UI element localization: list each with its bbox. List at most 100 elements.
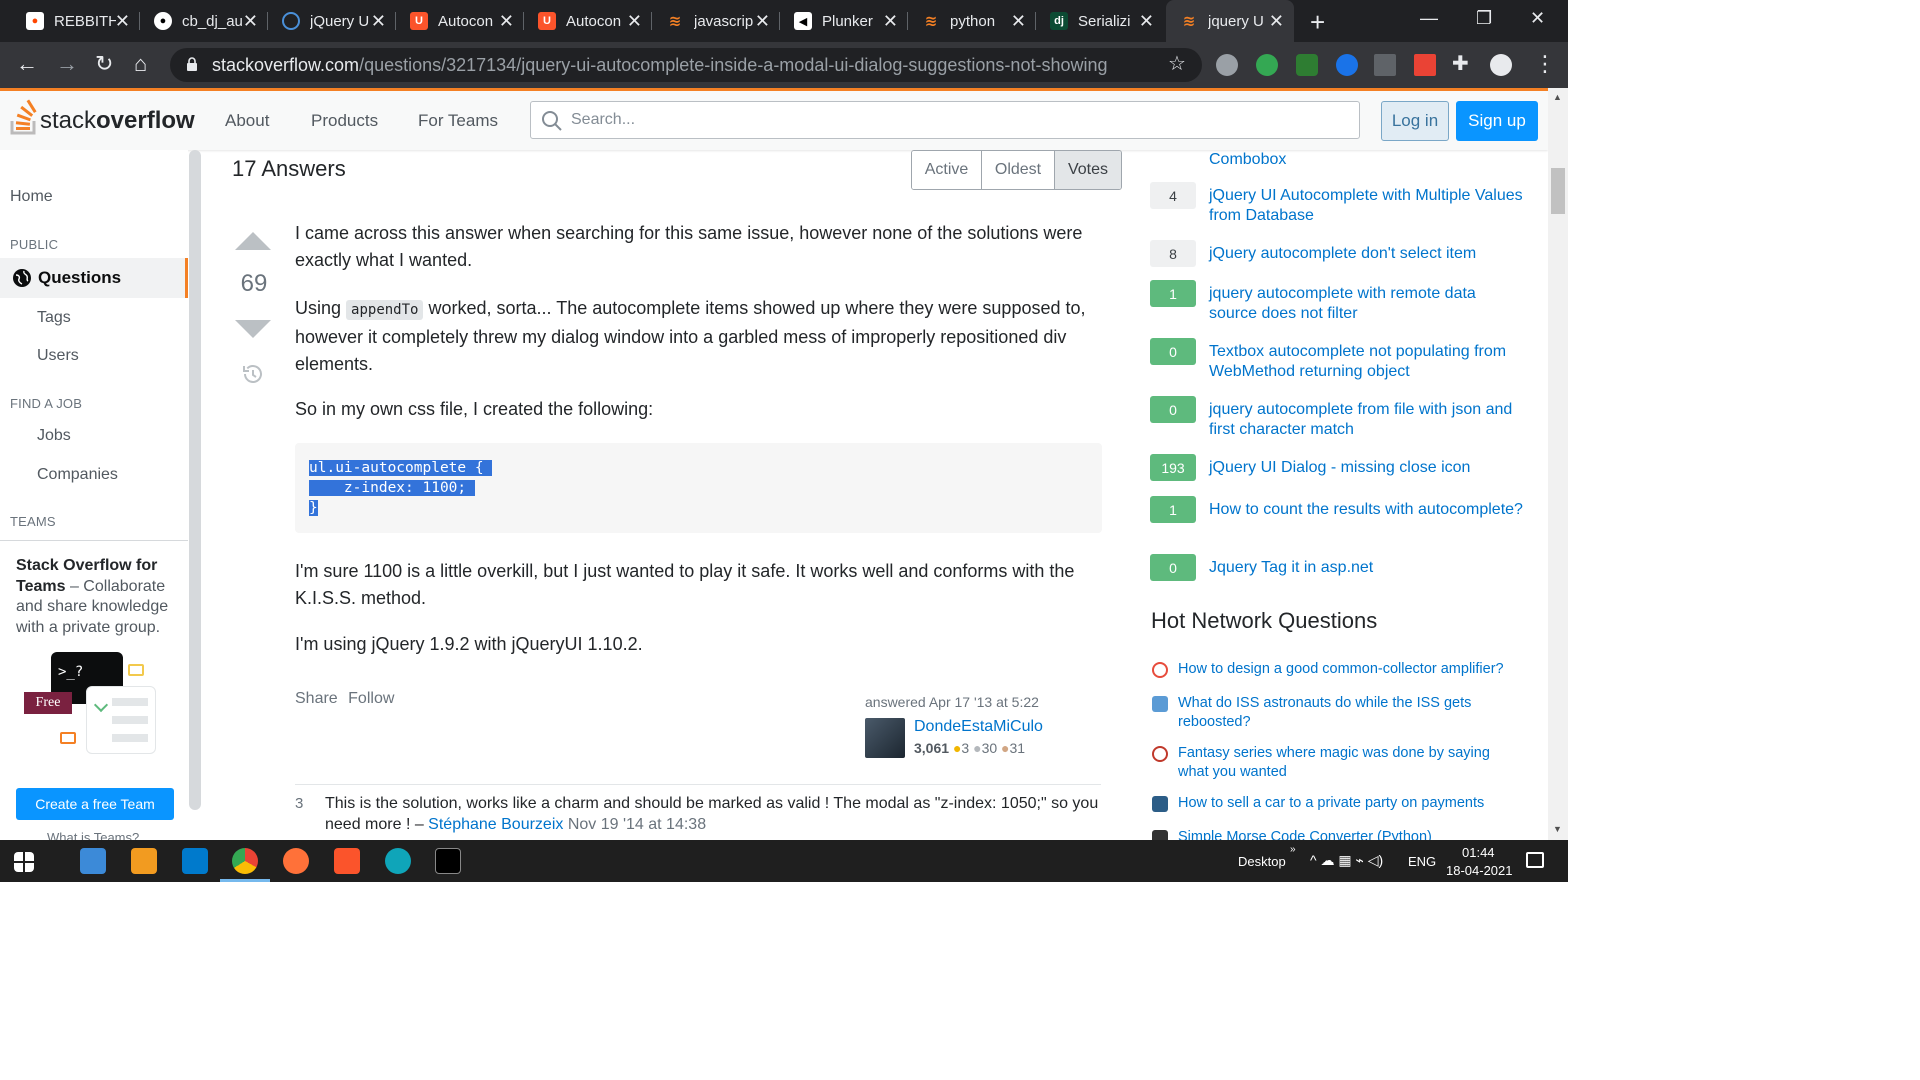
- new-tab-button[interactable]: +: [1310, 7, 1325, 38]
- color-extension-icon[interactable]: [1414, 54, 1436, 76]
- sidebar-item-users[interactable]: Users: [37, 347, 79, 365]
- notification-icon[interactable]: [1526, 852, 1544, 868]
- restore-icon[interactable]: ❐: [1476, 8, 1492, 29]
- minimize-icon[interactable]: —: [1420, 8, 1438, 29]
- shield-extension-icon[interactable]: [1296, 54, 1318, 76]
- sidebar-item-home[interactable]: Home: [10, 188, 53, 206]
- desktop-label[interactable]: Desktop: [1238, 854, 1286, 869]
- search-input[interactable]: Search...: [530, 101, 1360, 139]
- sidebar-item-questions[interactable]: Questions: [0, 258, 188, 298]
- close-tab-icon[interactable]: ✕: [883, 11, 898, 32]
- browser-tab[interactable]: ≋ javascrip ✕: [652, 0, 780, 42]
- hot-network-link[interactable]: How to sell a car to a private party on …: [1178, 794, 1523, 813]
- close-tab-icon[interactable]: ✕: [1269, 11, 1284, 32]
- downvote-icon[interactable]: [233, 318, 273, 340]
- hot-network-link[interactable]: Fantasy series where magic was done by s…: [1178, 744, 1523, 782]
- related-question-link[interactable]: Combobox: [1209, 150, 1524, 170]
- browser-tab[interactable]: ● REBBITH ✕: [12, 0, 140, 42]
- user-name-link[interactable]: DondeEstaMiCulo: [914, 718, 1043, 736]
- scroll-down-icon[interactable]: ▼: [1553, 824, 1562, 834]
- close-tab-icon[interactable]: ✕: [115, 11, 130, 32]
- forward-icon[interactable]: →: [56, 51, 78, 77]
- move-extension-icon[interactable]: [1374, 54, 1396, 76]
- sidebar-item-jobs[interactable]: Jobs: [37, 427, 71, 445]
- close-tab-icon[interactable]: ✕: [755, 11, 770, 32]
- related-question-link[interactable]: jQuery autocomplete don't select item: [1209, 244, 1524, 264]
- share-link[interactable]: Share: [295, 690, 338, 707]
- browser-tab[interactable]: ≋ python ✕: [908, 0, 1036, 42]
- page-scrollbar-thumb[interactable]: [1551, 168, 1565, 214]
- login-button[interactable]: Log in: [1381, 101, 1449, 141]
- sort-votes-button[interactable]: Votes: [1055, 151, 1121, 189]
- nav-for-teams[interactable]: For Teams: [418, 111, 498, 131]
- drop-extension-icon[interactable]: [1336, 54, 1358, 76]
- windows-start-icon[interactable]: [14, 852, 34, 872]
- address-bar[interactable]: stackoverflow.com/questions/3217134/jque…: [170, 48, 1202, 82]
- menu-dots-icon[interactable]: ⋮: [1534, 51, 1556, 77]
- edge-icon[interactable]: [385, 848, 411, 874]
- clock-date[interactable]: 18-04-2021: [1446, 863, 1513, 878]
- reload-icon[interactable]: ↻: [95, 51, 113, 77]
- clock-time[interactable]: 01:44: [1462, 845, 1495, 860]
- related-question-link[interactable]: jQuery UI Dialog - missing close icon: [1209, 458, 1524, 478]
- vscode-icon[interactable]: [182, 848, 208, 874]
- comment-date[interactable]: Nov 19 '14 at 14:38: [568, 816, 706, 833]
- code-block[interactable]: ul.ui-autocomplete { z-index: 1100; }: [295, 443, 1102, 533]
- browser-tab-active[interactable]: ≋ jquery U ✕: [1166, 0, 1294, 42]
- related-question-link[interactable]: Textbox autocomplete not populating from…: [1209, 342, 1524, 382]
- close-tab-icon[interactable]: ✕: [1011, 11, 1026, 32]
- tray-icons[interactable]: ^ ☁ ▦ ⌁ ◁): [1310, 852, 1383, 869]
- puzzle-icon[interactable]: ✚: [1452, 51, 1469, 76]
- sort-active-button[interactable]: Active: [912, 151, 982, 189]
- close-tab-icon[interactable]: ✕: [499, 11, 514, 32]
- nav-about[interactable]: About: [225, 111, 269, 131]
- chevron-icon[interactable]: »: [1290, 844, 1296, 855]
- browser-tab[interactable]: jQuery U ✕: [268, 0, 396, 42]
- globe-extension-icon[interactable]: [1216, 54, 1238, 76]
- browser-tab[interactable]: ● cb_dj_au ✕: [140, 0, 268, 42]
- sidebar-item-tags[interactable]: Tags: [37, 309, 71, 327]
- terminal-icon[interactable]: [435, 848, 461, 874]
- create-team-button[interactable]: Create a free Team: [16, 788, 174, 820]
- stackoverflow-logo[interactable]: stack overflow: [10, 99, 195, 135]
- back-icon[interactable]: ←: [16, 51, 38, 77]
- sidebar-scrollbar[interactable]: [189, 150, 201, 810]
- page-scrollbar[interactable]: ▲ ▼: [1548, 88, 1568, 840]
- follow-link[interactable]: Follow: [348, 690, 394, 707]
- related-question-link[interactable]: jquery autocomplete from file with json …: [1209, 400, 1524, 440]
- related-question-link[interactable]: jquery autocomplete with remote data sou…: [1209, 284, 1524, 324]
- firefox-icon[interactable]: [283, 848, 309, 874]
- related-question-link[interactable]: jQuery UI Autocomplete with Multiple Val…: [1209, 186, 1524, 226]
- scroll-up-icon[interactable]: ▲: [1553, 92, 1562, 102]
- related-question-link[interactable]: How to count the results with autocomple…: [1209, 500, 1524, 520]
- close-tab-icon[interactable]: ✕: [627, 11, 642, 32]
- sort-oldest-button[interactable]: Oldest: [982, 151, 1055, 189]
- extension-b-icon[interactable]: [1256, 54, 1278, 76]
- related-question-link[interactable]: Jquery Tag it in asp.net: [1209, 558, 1524, 578]
- browser-tab[interactable]: U Autocon ✕: [396, 0, 524, 42]
- browser-tab[interactable]: ◀ Plunker ✕: [780, 0, 908, 42]
- sublime-text-icon[interactable]: [131, 848, 157, 874]
- brave-icon[interactable]: [334, 848, 360, 874]
- profile-avatar-icon[interactable]: [1490, 54, 1512, 76]
- chrome-icon[interactable]: [232, 848, 258, 874]
- avatar[interactable]: [865, 718, 905, 758]
- nav-products[interactable]: Products: [311, 111, 378, 131]
- history-icon[interactable]: [241, 362, 265, 386]
- upvote-icon[interactable]: [233, 230, 273, 252]
- close-tab-icon[interactable]: ✕: [1139, 11, 1154, 32]
- browser-tab[interactable]: dj Serializi ✕: [1036, 0, 1164, 42]
- home-icon[interactable]: ⌂: [134, 51, 147, 77]
- hot-network-link[interactable]: How to design a good common-collector am…: [1178, 660, 1523, 679]
- close-tab-icon[interactable]: ✕: [371, 11, 386, 32]
- close-tab-icon[interactable]: ✕: [243, 11, 258, 32]
- close-window-icon[interactable]: ✕: [1530, 8, 1545, 29]
- hot-network-link[interactable]: What do ISS astronauts do while the ISS …: [1178, 694, 1523, 732]
- signup-button[interactable]: Sign up: [1456, 101, 1538, 141]
- bookmark-star-icon[interactable]: ☆: [1168, 51, 1186, 76]
- language-indicator[interactable]: ENG: [1408, 854, 1436, 869]
- hot-network-link[interactable]: Simple Morse Code Converter (Python): [1178, 828, 1523, 840]
- browser-tab[interactable]: U Autocon ✕: [524, 0, 652, 42]
- sidebar-item-companies[interactable]: Companies: [37, 466, 118, 484]
- comment-user-link[interactable]: Stéphane Bourzeix: [428, 816, 563, 833]
